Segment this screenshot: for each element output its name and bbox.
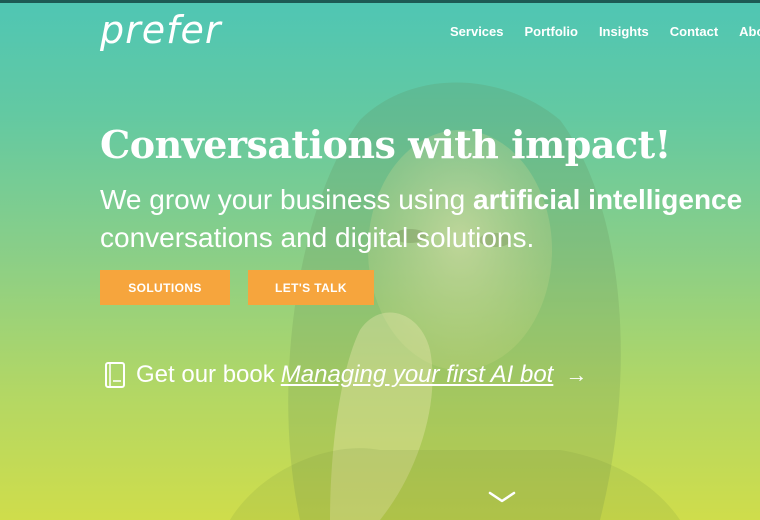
lets-talk-button[interactable]: LET'S TALK xyxy=(248,270,374,305)
hero-background-photo xyxy=(230,82,680,520)
arrow-right-icon[interactable]: → xyxy=(565,362,587,388)
book-promo: Get our book Managing your first AI bot … xyxy=(104,361,587,389)
book-icon xyxy=(105,362,125,388)
book-prefix: Get our book xyxy=(136,361,275,388)
nav-item-portfolio[interactable]: Portfolio xyxy=(525,24,578,39)
logo[interactable]: prefer xyxy=(100,8,222,52)
book-link[interactable]: Managing your first AI bot xyxy=(281,361,554,389)
main-nav: Services Portfolio Insights Contact Abou… xyxy=(450,24,760,39)
chevron-down-icon[interactable] xyxy=(488,490,516,504)
nav-item-about-us[interactable]: About us xyxy=(739,24,760,39)
subtitle-text: We grow your business using xyxy=(100,184,473,215)
subtitle-highlight: artificial intelligence xyxy=(473,184,743,215)
hero-headline: Conversations with impact! xyxy=(100,122,671,167)
nav-item-services[interactable]: Services xyxy=(450,24,504,39)
solutions-button[interactable]: SOLUTIONS xyxy=(100,270,230,305)
subtitle-text-line2: conversations and digital solutions. xyxy=(100,222,535,253)
nav-item-contact[interactable]: Contact xyxy=(670,24,718,39)
hero-subtitle: We grow your business using artificial i… xyxy=(100,181,760,257)
nav-item-insights[interactable]: Insights xyxy=(599,24,649,39)
